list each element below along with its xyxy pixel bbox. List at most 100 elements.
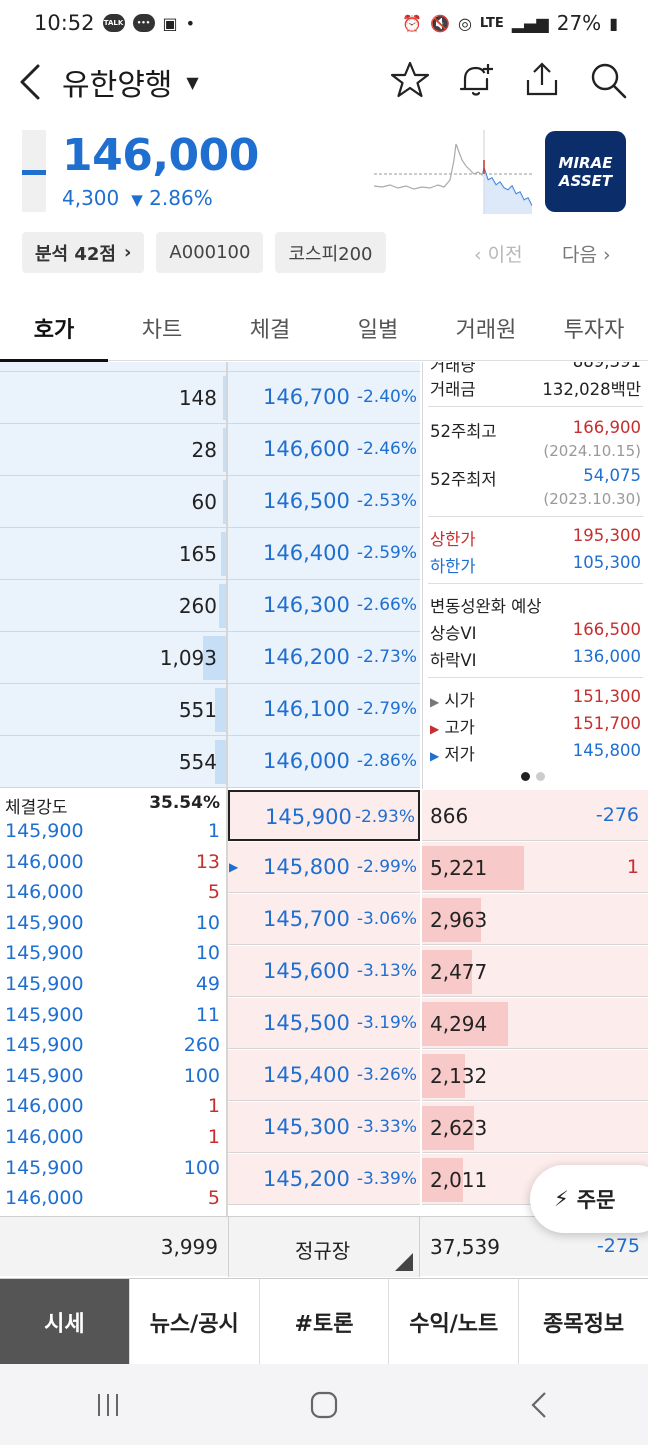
ask-row[interactable]: 60 146,500 -2.53%	[0, 476, 420, 528]
ask-price-cell[interactable]: 146,600 -2.46%	[228, 424, 420, 475]
corner-triangle-icon	[395, 1253, 413, 1271]
mirae-asset-logo[interactable]: MIRAE ASSET	[545, 131, 626, 212]
back-icon[interactable]	[16, 62, 46, 102]
ask-row[interactable]: 148 146,700 -2.40%	[0, 372, 420, 424]
kakaotalk-icon: TALK	[102, 14, 125, 32]
ask-quantity-cell: 165	[0, 528, 226, 579]
bid-price-cell[interactable]: 145,600 -3.13%	[228, 946, 420, 997]
ask-quantity: 148	[178, 386, 217, 410]
trade-price: 145,900	[5, 820, 84, 842]
ask-rate: -2.46%	[356, 439, 417, 459]
trade-quantity: 1	[207, 820, 220, 842]
ask-price-cell[interactable]: 146,100 -2.79%	[228, 684, 420, 735]
bid-price-cell-current[interactable]: 145,900 -2.93%	[228, 790, 420, 841]
ask-price-cell[interactable]: 146,300 -2.66%	[228, 580, 420, 631]
open-label: 시가	[444, 691, 475, 710]
ask-row[interactable]: 1,093 146,200 -2.73%	[0, 632, 420, 684]
bid-quantity: 2,477	[430, 960, 488, 984]
ask-quantity-cell: 28	[0, 424, 226, 475]
bid-quantity-cell: 2,963	[422, 894, 648, 945]
star-icon[interactable]	[390, 60, 430, 100]
ask-row[interactable]: 551 146,100 -2.79%	[0, 684, 420, 736]
order-book[interactable]: 148 146,700 -2.40% 28 146,600 -2.46% 60 146,500…	[0, 362, 648, 1216]
intraday-sparkline[interactable]	[374, 130, 532, 214]
bid-rate: -3.19%	[356, 1013, 417, 1033]
bell-plus-icon[interactable]	[456, 60, 496, 100]
high52-date: (2024.10.15)	[543, 442, 641, 460]
ask-price: 146,700	[263, 385, 350, 409]
menu-stock-info[interactable]: 종목정보	[519, 1279, 648, 1364]
ask-price-cell[interactable]: 146,000 -2.86%	[228, 736, 420, 787]
ask-price-cell[interactable]: 146,400 -2.59%	[228, 528, 420, 579]
bid-rate: -3.06%	[356, 909, 417, 929]
ask-row[interactable]: 554 146,000 -2.86%	[0, 736, 420, 788]
index-chip[interactable]: 코스피200	[275, 232, 386, 273]
bid-quantity: 5,221	[430, 856, 488, 880]
tab-daily[interactable]: 일별	[324, 295, 432, 361]
ask-volume-bar	[219, 584, 226, 628]
menu-discussion[interactable]: #토론	[259, 1279, 390, 1364]
bid-quantity: 866	[430, 804, 469, 828]
signal-icon: ▂▄▆	[511, 13, 549, 33]
ask-price-cell[interactable]: 146,500 -2.53%	[228, 476, 420, 527]
bid-quantity-cell: 2,623	[422, 1102, 648, 1153]
tab-investors[interactable]: 투자자	[540, 295, 648, 361]
back-nav-icon[interactable]	[523, 1388, 557, 1422]
tab-executions[interactable]: 체결	[216, 295, 324, 361]
menu-news[interactable]: 뉴스/공시	[129, 1279, 260, 1364]
tab-chart[interactable]: 차트	[108, 295, 216, 361]
share-icon[interactable]	[522, 60, 562, 100]
ask-rate: -2.73%	[356, 647, 417, 667]
stock-code-chip[interactable]: A000100	[156, 232, 264, 273]
bid-price-cell[interactable]: 145,300 -3.33%	[228, 1102, 420, 1153]
ask-quantity-cell: 260	[0, 580, 226, 631]
stock-name: 유한양행	[62, 68, 173, 103]
ask-quantity-cell: 148	[0, 372, 226, 423]
high52-label: 52주최고	[430, 422, 497, 441]
prev-stock-button[interactable]: ‹ 이전	[474, 240, 523, 267]
trade-price: 145,900	[5, 1003, 84, 1026]
low-group: ▶ 저가	[430, 741, 475, 765]
bid-quantity: 2,132	[430, 1064, 488, 1088]
recent-apps-icon[interactable]	[91, 1388, 125, 1422]
stock-title[interactable]: 유한양행 ▼	[62, 60, 199, 104]
menu-returns-notes[interactable]: 수익/노트	[389, 1279, 520, 1364]
menu-quotes[interactable]: 시세	[0, 1279, 130, 1364]
ask-row[interactable]: 28 146,600 -2.46%	[0, 424, 420, 476]
next-stock-button[interactable]: 다음 ›	[562, 240, 611, 267]
trade-quantity: 10	[195, 911, 220, 934]
trade-quantity: 13	[195, 850, 220, 873]
bid-price-cell[interactable]: 145,200 -3.39%	[228, 1154, 420, 1205]
trade-price: 145,900	[5, 1064, 84, 1087]
bid-price-cell[interactable]: 145,800 -2.99%	[228, 842, 420, 893]
home-icon[interactable]	[307, 1388, 341, 1422]
bid-price-cell[interactable]: 145,400 -3.26%	[228, 1050, 420, 1101]
tab-orderbook[interactable]: 호가	[0, 295, 108, 362]
ask-quantity: 165	[178, 542, 217, 566]
bid-price-cell[interactable]: 145,700 -3.06%	[228, 894, 420, 945]
recent-trades-panel[interactable]: 체결강도 35.54% 145,900 1 146,000 13 146,000 5 145,…	[0, 790, 226, 1216]
clock: 10:52	[34, 11, 95, 35]
high52-value: 166,900	[572, 418, 641, 437]
tab-brokers[interactable]: 거래원	[432, 295, 540, 361]
order-button[interactable]: ⚡ 주문	[530, 1165, 648, 1233]
stock-info-panel[interactable]: 거래량 889,391 거래금 132,028백만 52주최고 166,900 (20…	[422, 362, 648, 789]
change-rate: 2.86%	[149, 186, 213, 210]
down-arrow-icon: ▼	[131, 191, 143, 209]
ask-rate: -2.40%	[356, 387, 417, 407]
ask-price-cell[interactable]: 146,200 -2.73%	[228, 632, 420, 683]
trade-amount-value: 132,028백만	[542, 380, 641, 399]
ask-price-cell[interactable]: 146,700 -2.40%	[228, 372, 420, 423]
ask-price: 146,200	[263, 645, 350, 669]
trade-row: 145,900 10	[5, 942, 220, 964]
trade-price: 146,000	[5, 1126, 84, 1148]
ask-row[interactable]: 260 146,300 -2.66%	[0, 580, 420, 632]
session-selector[interactable]: 정규장	[228, 1217, 420, 1277]
bid-price-cell[interactable]: 145,500 -3.19%	[228, 998, 420, 1049]
search-icon[interactable]	[588, 60, 628, 100]
analysis-score-chip[interactable]: 분석 42점 ›	[22, 232, 145, 273]
ask-row[interactable]: 165 146,400 -2.59%	[0, 528, 420, 580]
trade-price: 146,000	[5, 881, 84, 904]
bid-price: 145,300	[263, 1115, 350, 1139]
open-group: ▶ 시가	[430, 687, 475, 711]
